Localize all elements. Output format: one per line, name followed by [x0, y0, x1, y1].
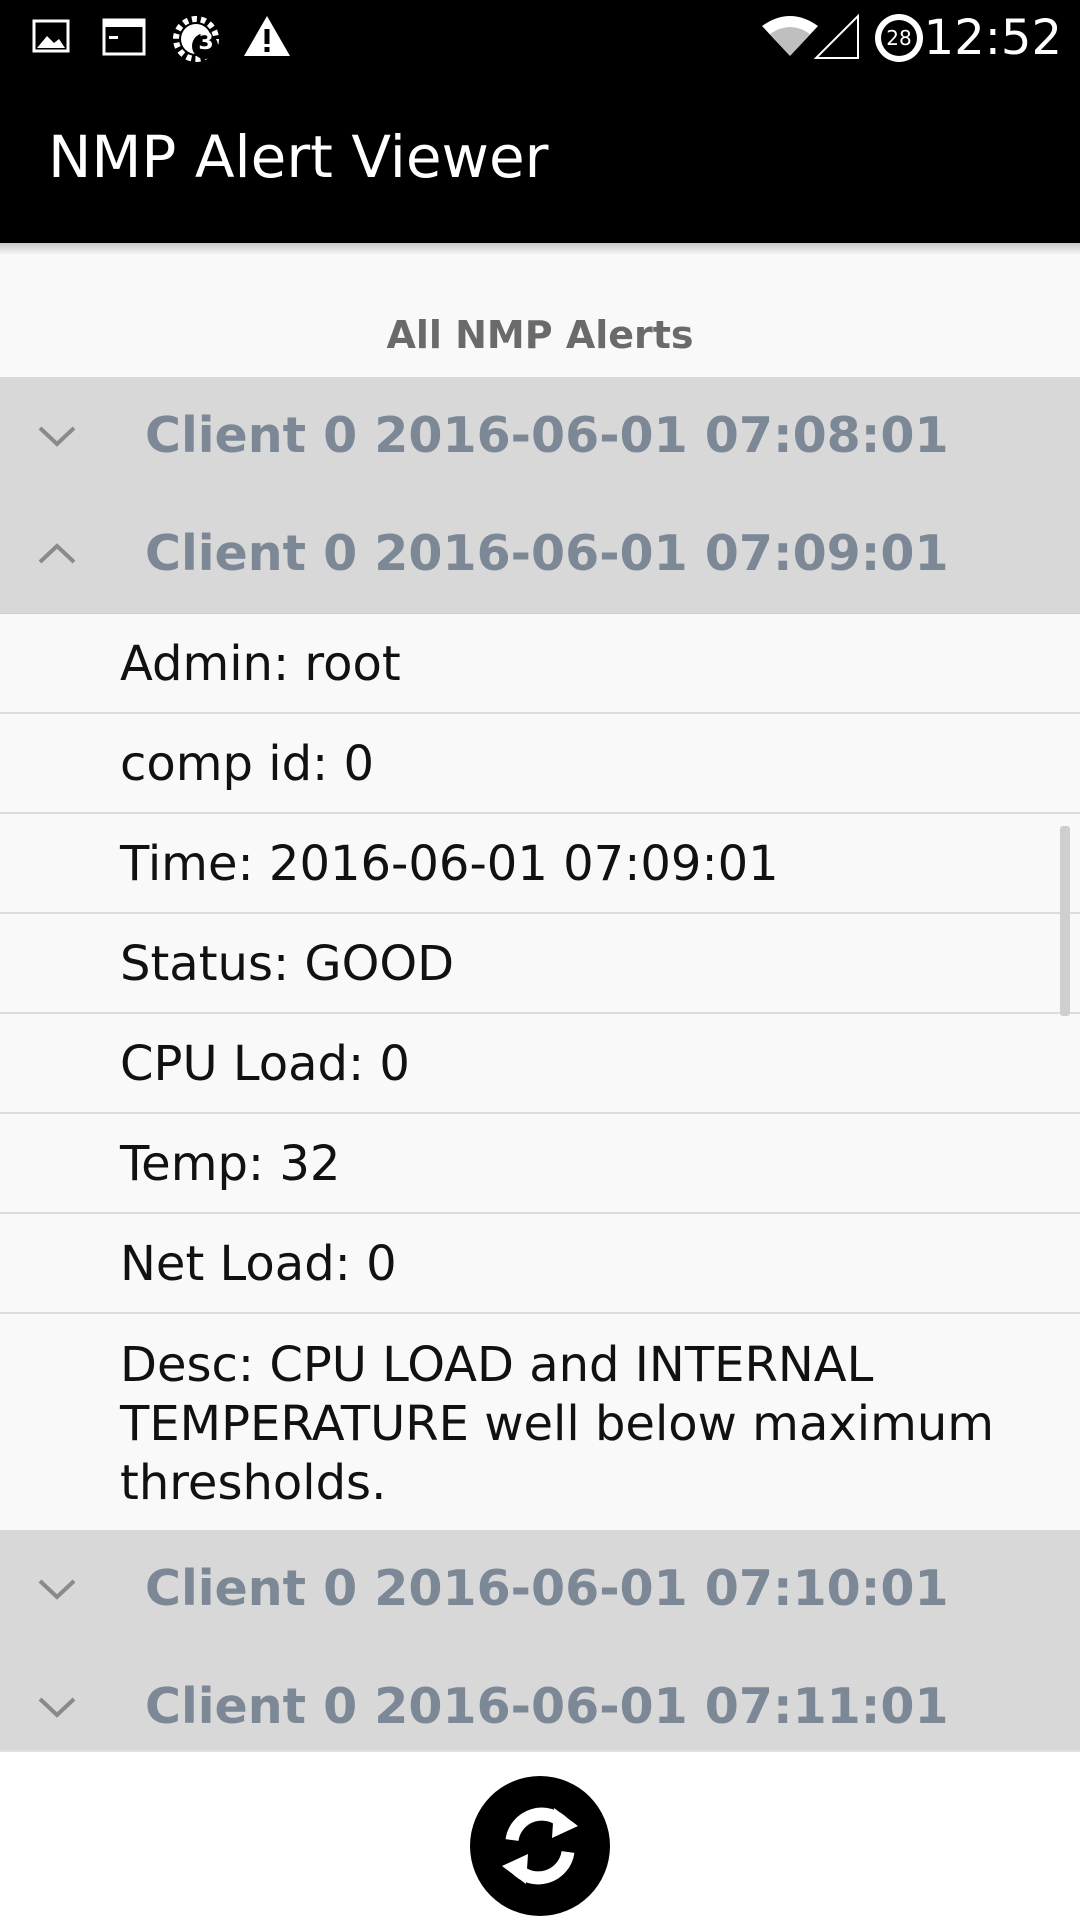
detail-row-temp[interactable]: Temp: 32: [0, 1114, 1080, 1214]
app-title: NMP Alert Viewer: [48, 123, 549, 191]
settings-badge-count: 3: [198, 30, 214, 55]
alert-group-row[interactable]: Client 0 2016-06-01 07:10:01: [0, 1530, 1080, 1649]
detail-row-desc[interactable]: Desc: CPU LOAD and INTERNAL TEMPERATURE …: [0, 1314, 1080, 1528]
alert-group-label: Client 0 2016-06-01 07:08:01: [145, 407, 949, 464]
list-scrollbar[interactable]: [1060, 826, 1070, 1016]
action-bar: NMP Alert Viewer: [0, 75, 1080, 243]
detail-row-admin[interactable]: Admin: root: [0, 614, 1080, 714]
alert-group-row[interactable]: Client 0 2016-06-01 07:08:01: [0, 377, 1080, 496]
signal-icon: [813, 12, 864, 62]
detail-cpu-load: CPU Load: 0: [120, 1036, 410, 1092]
detail-row-net-load[interactable]: Net Load: 0: [0, 1214, 1080, 1314]
alert-group-label: Client 0 2016-06-01 07:11:01: [145, 1678, 949, 1735]
detail-status: Status: GOOD: [120, 936, 455, 992]
detail-row-time[interactable]: Time: 2016-06-01 07:09:01: [0, 814, 1080, 914]
battery-icon: 28: [872, 12, 926, 62]
chevron-up-icon: [36, 529, 78, 579]
action-bar-shadow: [0, 243, 1080, 255]
settings-badge-icon: 3: [170, 12, 220, 62]
status-bar: 3 28 12:52: [0, 0, 1080, 75]
chevron-down-icon: [36, 1682, 78, 1732]
detail-temp: Temp: 32: [120, 1136, 341, 1192]
terminal-icon: [100, 12, 150, 62]
image-icon: [28, 12, 78, 62]
chevron-down-icon: [36, 411, 78, 461]
status-time: 12:52: [923, 10, 1062, 66]
alert-group-row-expanded[interactable]: Client 0 2016-06-01 07:09:01: [0, 495, 1080, 614]
detail-desc: Desc: CPU LOAD and INTERNAL TEMPERATURE …: [120, 1337, 995, 1511]
list-header: All NMP Alerts: [386, 313, 694, 357]
app-screen: 3 28 12:52 NMP Alert Viewer All NMP Aler…: [0, 0, 1080, 1920]
bottom-bar: [0, 1750, 1080, 1920]
warning-icon: [242, 12, 292, 62]
wifi-icon: [760, 12, 820, 62]
detail-time: Time: 2016-06-01 07:09:01: [120, 836, 779, 892]
detail-row-cpu-load[interactable]: CPU Load: 0: [0, 1014, 1080, 1114]
detail-row-status[interactable]: Status: GOOD: [0, 914, 1080, 1014]
refresh-button[interactable]: [470, 1776, 610, 1916]
battery-level: 28: [886, 26, 912, 50]
refresh-icon: [502, 1807, 578, 1885]
alert-group-label: Client 0 2016-06-01 07:10:01: [145, 1560, 949, 1617]
detail-net-load: Net Load: 0: [120, 1236, 397, 1292]
chevron-down-icon: [36, 1564, 78, 1614]
detail-row-comp-id[interactable]: comp id: 0: [0, 714, 1080, 814]
detail-admin: Admin: root: [120, 636, 401, 692]
alert-group-label: Client 0 2016-06-01 07:09:01: [145, 525, 949, 582]
detail-comp-id: comp id: 0: [120, 736, 375, 792]
